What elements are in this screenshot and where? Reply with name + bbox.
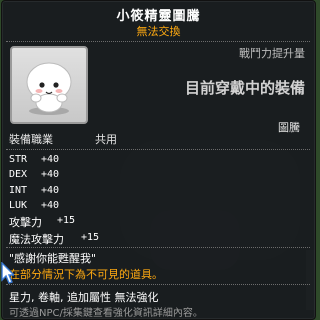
- stat-value: +15: [81, 232, 100, 243]
- enhancement-note: 可透過NPC/採集鍵查看強化資訊詳細內容。: [9, 308, 203, 319]
- stat-name: STR: [9, 154, 28, 165]
- divider: [6, 149, 310, 150]
- item-description: 在部分情況下為不可見的道具。: [9, 268, 163, 281]
- item-name: 小筱精靈圖騰: [116, 9, 201, 24]
- job-label: 裝備職業: [9, 133, 53, 146]
- stat-dex: DEX +40: [9, 169, 59, 180]
- stat-name: 魔法攻擊力: [9, 233, 64, 246]
- combat-power-label: 戰鬥力提升量: [239, 47, 305, 60]
- item-icon-frame: [10, 46, 88, 124]
- stat-name: INT: [9, 185, 28, 196]
- item-quote: "感謝你能甦醒我": [9, 252, 97, 265]
- stat-value: +40: [41, 154, 60, 165]
- stat-name: 攻擊力: [9, 216, 42, 229]
- cursor-icon: [1, 262, 14, 284]
- stat-str: STR +40: [9, 154, 59, 165]
- trade-status: 無法交換: [136, 25, 181, 38]
- stat-name: DEX: [9, 169, 28, 180]
- divider: [6, 247, 310, 248]
- job-value: 共用: [95, 133, 117, 146]
- divider: [6, 284, 310, 285]
- stat-value: +40: [41, 200, 60, 211]
- spirit-totem-icon: [26, 62, 72, 115]
- stat-attack: 攻擊力 +15: [9, 214, 75, 230]
- equipped-label: 目前穿戴中的裝備: [184, 79, 305, 97]
- stat-name: LUK: [9, 200, 28, 211]
- item-tooltip: 小筱精靈圖騰 無法交換 戰鬥力提升量 目前穿戴中的裝備 圖騰 裝備職業 共用 S…: [1, 0, 316, 320]
- stat-luk: LUK +40: [9, 200, 59, 211]
- item-category: 圖騰: [278, 121, 300, 134]
- divider: [6, 41, 310, 42]
- stat-value: +40: [41, 185, 60, 196]
- enhancement-info: 星力, 卷軸, 追加屬性 無法強化: [9, 291, 159, 304]
- stat-value: +40: [41, 169, 60, 180]
- stat-int: INT +40: [9, 185, 59, 196]
- stat-value: +15: [57, 215, 76, 226]
- stat-magic-attack: 魔法攻擊力 +15: [9, 231, 99, 247]
